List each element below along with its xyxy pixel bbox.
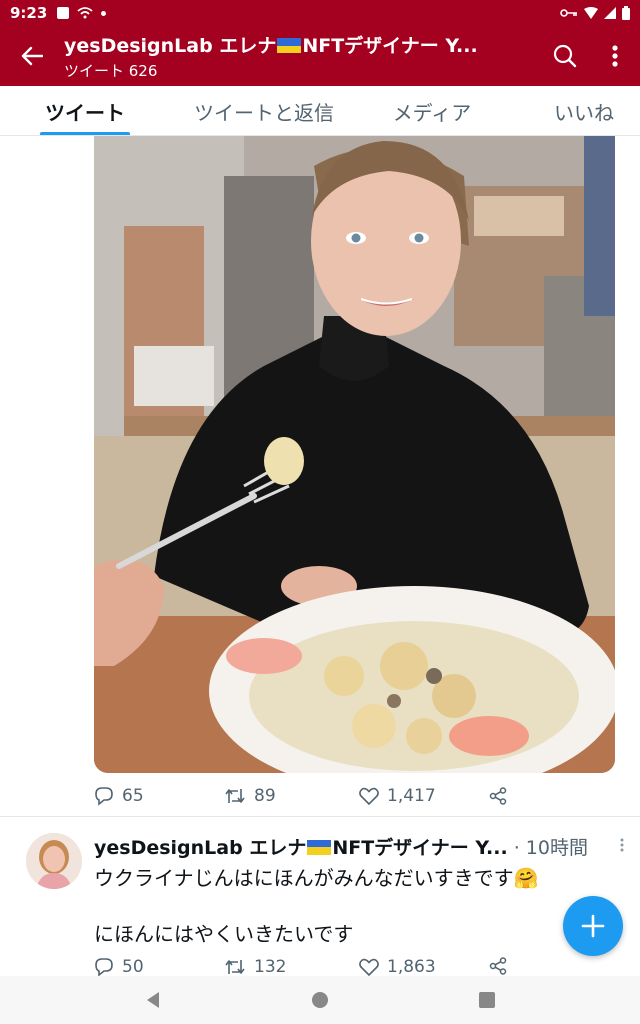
app-bar: yesDesignLab エレナ NFTデザイナー Y... ツイート 626 [0, 26, 640, 86]
more-vertical-icon [612, 45, 618, 67]
status-bar: 9:23 [0, 0, 640, 26]
cell-signal-icon [604, 7, 616, 19]
plus-icon [581, 914, 605, 938]
tab-tweets[interactable]: ツイート [40, 86, 130, 135]
nav-recents-icon[interactable] [479, 992, 495, 1008]
tweet-more-button[interactable] [620, 837, 624, 856]
like-button[interactable]: 1,863 [359, 954, 489, 976]
reply-icon [95, 787, 113, 806]
like-count: 1,417 [387, 786, 436, 806]
heart-icon [359, 787, 379, 805]
retweet-count: 132 [254, 957, 287, 976]
reply-count: 50 [122, 957, 144, 976]
share-button[interactable] [489, 954, 507, 975]
more-vertical-icon [620, 838, 624, 851]
dot-icon [101, 10, 107, 16]
system-nav-bar [0, 976, 640, 1024]
ukraine-flag-icon [307, 839, 332, 855]
like-button[interactable]: 1,417 [359, 786, 489, 806]
tweet-timestamp[interactable]: · 10時間 [514, 833, 588, 860]
compose-tweet-button[interactable] [563, 896, 623, 956]
overflow-menu-button[interactable] [590, 26, 640, 86]
nav-home-icon[interactable] [311, 991, 329, 1009]
like-count: 1,863 [387, 957, 436, 976]
nav-back-icon[interactable] [145, 991, 161, 1009]
search-icon [553, 44, 577, 68]
tweet-text-line-1: ウクライナじんはにほんがみんなだいすきです🤗 [94, 866, 539, 890]
retweet-button[interactable]: 89 [224, 786, 359, 806]
ukraine-flag-icon [277, 38, 302, 53]
share-icon [489, 787, 507, 805]
reply-count: 65 [122, 786, 144, 806]
retweet-icon [225, 789, 245, 803]
tab-media[interactable]: メディア [382, 86, 482, 135]
tweet-divider [0, 816, 640, 817]
retweet-button[interactable]: 132 [224, 954, 359, 976]
battery-icon [622, 6, 630, 20]
notification-icon [57, 7, 70, 19]
tweet-photo[interactable] [94, 136, 615, 773]
profile-title: yesDesignLab エレナ NFTデザイナー Y... [64, 35, 478, 57]
retweet-icon [225, 960, 245, 974]
hugging-face-emoji-icon: 🤗 [513, 866, 539, 890]
heart-icon [359, 958, 379, 976]
back-button[interactable] [0, 26, 64, 86]
tweet-count: ツイート 626 [64, 62, 158, 80]
reply-icon [95, 958, 113, 976]
reply-button[interactable]: 50 [94, 954, 224, 976]
tweet-actions: 65 89 1,417 [94, 781, 524, 811]
arrow-left-icon [21, 46, 43, 66]
photo-illustration [94, 136, 615, 773]
avatar-image [26, 833, 82, 889]
wifi-signal-icon [584, 7, 598, 19]
share-button[interactable] [489, 787, 507, 805]
search-button[interactable] [540, 26, 590, 86]
key-icon [560, 9, 577, 17]
wifi-icon [77, 7, 93, 19]
tab-likes[interactable]: いいね [554, 86, 634, 135]
avatar[interactable] [26, 833, 82, 889]
tweet-text-line-2: にほんにはやくいきたいです [94, 922, 354, 946]
profile-tabs: ツイート ツイートと返信 メディア いいね [0, 86, 640, 136]
tweet-actions-2: 50 132 1,863 [94, 954, 524, 976]
tweet-header: yesDesignLab エレナ NFTデザイナー Y... · 10時間 [94, 832, 624, 860]
retweet-count: 89 [254, 786, 276, 806]
share-icon [489, 957, 507, 975]
tab-tweets-and-replies[interactable]: ツイートと返信 [184, 86, 344, 135]
tweet-author-name[interactable]: yesDesignLab エレナ NFTデザイナー Y... [94, 833, 508, 860]
reply-button[interactable]: 65 [94, 786, 224, 806]
status-time: 9:23 [10, 4, 48, 22]
